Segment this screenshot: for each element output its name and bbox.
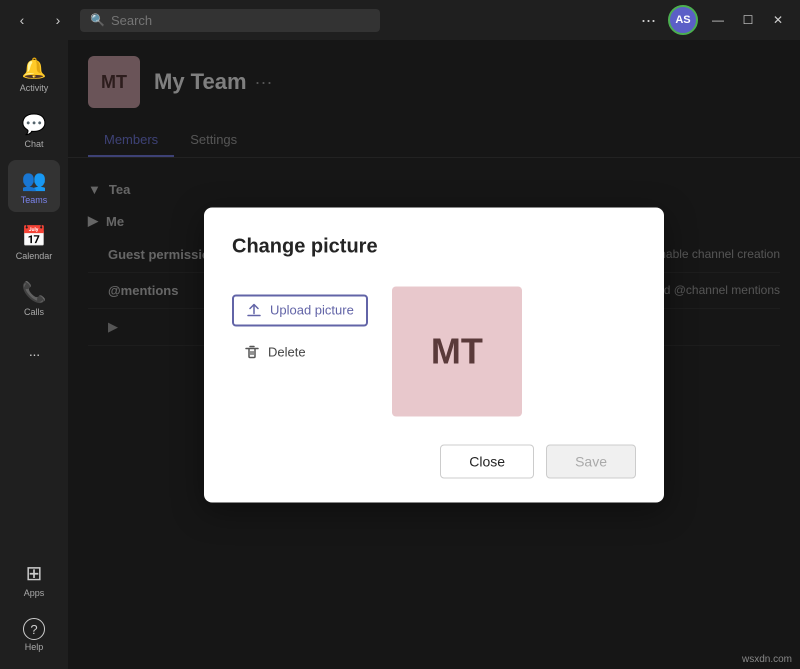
- modal-actions-left: Upload picture Delete: [232, 286, 368, 416]
- modal-body: Upload picture Delete MT: [232, 286, 636, 416]
- apps-icon: ⊞: [26, 561, 43, 586]
- watermark: wsxdn.com: [742, 654, 792, 665]
- sidebar-label-chat: Chat: [24, 139, 43, 149]
- sidebar-item-teams[interactable]: 👥 Teams: [8, 160, 60, 212]
- sidebar-item-calendar[interactable]: 📅 Calendar: [8, 216, 60, 268]
- save-button-modal[interactable]: Save: [546, 444, 636, 478]
- app-body: 🔔 Activity 💬 Chat 👥 Teams 📅 Calendar 📞 C…: [0, 40, 800, 669]
- modal-title: Change picture: [232, 235, 636, 258]
- window-controls: — ☐ ✕: [704, 6, 792, 34]
- title-bar: ‹ › 🔍 ··· AS — ☐ ✕: [0, 0, 800, 40]
- change-picture-modal: Change picture Upload picture: [204, 207, 664, 502]
- delete-label: Delete: [268, 345, 306, 360]
- user-avatar[interactable]: AS: [668, 5, 698, 35]
- nav-back-button[interactable]: ‹: [8, 6, 36, 34]
- chat-icon: 💬: [22, 112, 47, 137]
- maximize-button[interactable]: ☐: [734, 6, 762, 34]
- sidebar-label-calendar: Calendar: [16, 251, 53, 261]
- more-icon: ···: [29, 346, 40, 362]
- sidebar-item-more[interactable]: ···: [8, 328, 60, 380]
- sidebar-label-help: Help: [25, 642, 44, 652]
- search-icon: 🔍: [90, 13, 105, 27]
- more-options-button[interactable]: ···: [634, 6, 662, 34]
- teams-icon: 👥: [22, 168, 47, 193]
- activity-icon: 🔔: [22, 56, 47, 81]
- sidebar-item-help[interactable]: ? Help: [8, 609, 60, 661]
- upload-picture-label: Upload picture: [270, 303, 354, 318]
- sidebar-item-calls[interactable]: 📞 Calls: [8, 272, 60, 324]
- modal-footer: Close Save: [232, 444, 636, 478]
- upload-icon: [246, 302, 262, 318]
- close-button-modal[interactable]: Close: [440, 444, 534, 478]
- sidebar-label-activity: Activity: [20, 83, 49, 93]
- calls-icon: 📞: [22, 280, 47, 305]
- search-bar[interactable]: 🔍: [80, 9, 380, 32]
- main-content: MT My Team ··· Members Settings ▼ Tea ▶ …: [68, 40, 800, 669]
- minimize-button[interactable]: —: [704, 6, 732, 34]
- sidebar-label-teams: Teams: [21, 195, 48, 205]
- title-bar-left: ‹ › 🔍: [8, 6, 380, 34]
- search-input[interactable]: [111, 13, 370, 28]
- sidebar-item-activity[interactable]: 🔔 Activity: [8, 48, 60, 100]
- sidebar-item-chat[interactable]: 💬 Chat: [8, 104, 60, 156]
- modal-preview-avatar: MT: [392, 286, 522, 416]
- delete-picture-button[interactable]: Delete: [232, 338, 368, 366]
- sidebar-label-apps: Apps: [24, 588, 45, 598]
- calendar-icon: 📅: [22, 224, 47, 249]
- upload-picture-button[interactable]: Upload picture: [232, 294, 368, 326]
- nav-forward-button[interactable]: ›: [44, 6, 72, 34]
- help-icon: ?: [23, 618, 45, 640]
- sidebar: 🔔 Activity 💬 Chat 👥 Teams 📅 Calendar 📞 C…: [0, 40, 68, 669]
- sidebar-item-apps[interactable]: ⊞ Apps: [8, 553, 60, 605]
- trash-icon: [244, 344, 260, 360]
- close-button[interactable]: ✕: [764, 6, 792, 34]
- title-bar-right: ··· AS — ☐ ✕: [634, 5, 792, 35]
- sidebar-label-calls: Calls: [24, 307, 44, 317]
